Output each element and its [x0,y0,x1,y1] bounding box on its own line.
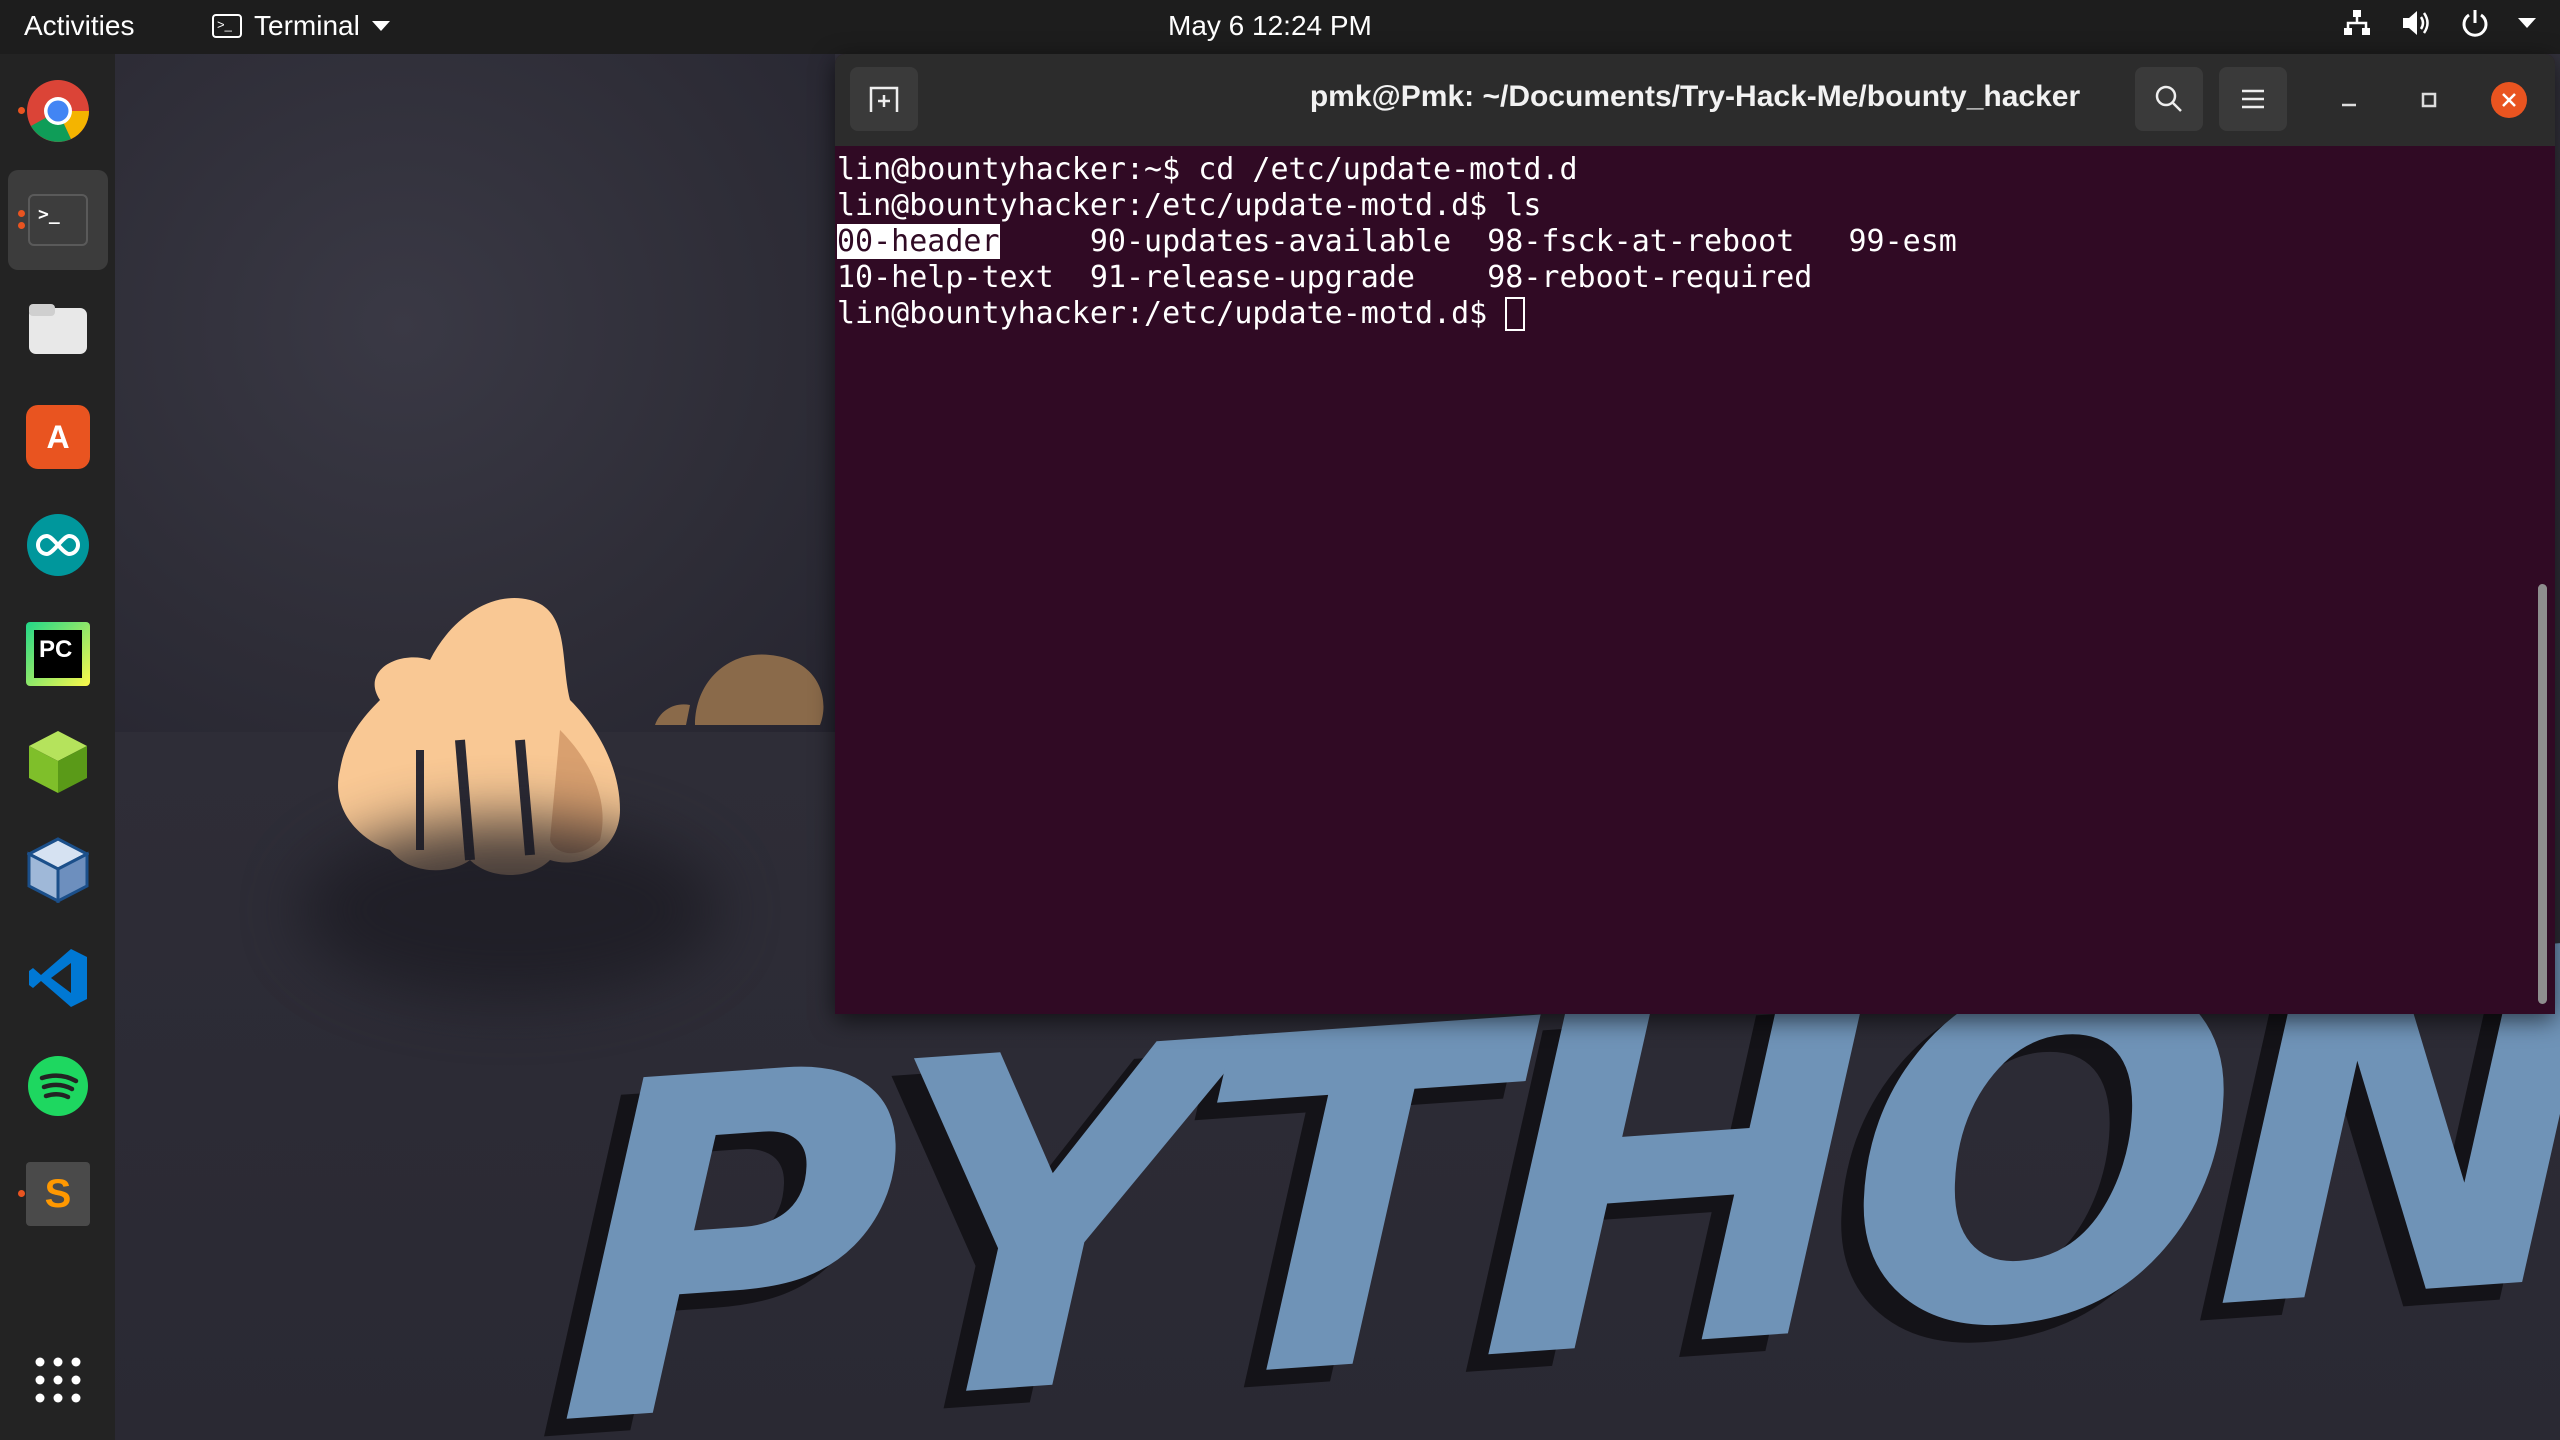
terminal-output[interactable]: lin@bountyhacker:~$ cd /etc/update-motd.… [837,152,1957,332]
spotify-icon [28,1056,88,1116]
dock-item-pycharm[interactable]: PC [8,604,108,704]
vscode-icon [29,949,87,1007]
chevron-down-icon [2518,18,2536,28]
running-indicator [18,222,25,229]
text-cursor [1505,297,1526,331]
cube-icon [29,731,87,793]
terminal-icon: >_ [28,194,88,246]
menu-button[interactable] [2219,67,2287,131]
software-store-icon: A [26,405,90,469]
ls-output-row: 00-header 90-updates-available 98-fsck-a… [837,224,1957,260]
top-bar: Activities >_ Terminal May 6 12:24 PM [0,0,2560,54]
dock-item-vscode[interactable] [8,928,108,1028]
search-button[interactable] [2135,67,2203,131]
arduino-icon [27,514,89,576]
ls-output-row: 10-help-text 91-release-upgrade 98-reboo… [837,260,1813,295]
system-tray[interactable] [2342,8,2536,38]
dock-item-3d-app[interactable] [8,712,108,812]
virtualbox-icon [27,837,89,903]
dock: >_ A PC S [0,54,115,1440]
clock[interactable]: May 6 12:24 PM [1168,10,1372,42]
close-button[interactable] [2491,82,2527,118]
dock-item-files[interactable] [8,279,108,379]
pycharm-logo: PC [34,630,82,678]
dock-item-software[interactable]: A [8,387,108,487]
app-grid-icon [35,1357,81,1403]
dock-item-virtualbox[interactable] [8,820,108,920]
close-icon [2502,93,2516,107]
terminal-icon: >_ [212,14,242,38]
power-icon [2462,10,2488,37]
chevron-down-icon [371,21,390,31]
network-icon [2344,10,2370,35]
terminal-line: lin@bountyhacker:~$ cd /etc/update-motd.… [837,152,1578,187]
minimize-button[interactable] [2331,82,2367,118]
search-icon [2155,85,2182,112]
app-menu-label: Terminal [254,10,360,41]
maximize-icon [2421,92,2437,108]
pycharm-icon: PC [26,622,90,686]
scrollbar-thumb[interactable] [2538,584,2547,1004]
volume-icon [2403,11,2429,35]
app-menu[interactable]: >_ Terminal [212,10,390,42]
terminal-headerbar[interactable]: pmk@Pmk: ~/Documents/Try-Hack-Me/bounty_… [835,54,2555,146]
dock-item-spotify[interactable] [8,1036,108,1136]
running-indicator [18,1190,25,1197]
prompt-line[interactable]: lin@bountyhacker:/etc/update-motd.d$ [837,296,1957,332]
ls-output-rest: 90-updates-available 98-fsck-at-reboot 9… [999,224,1957,259]
prompt: lin@bountyhacker:/etc/update-motd.d$ [837,296,1506,331]
dock-item-sublime[interactable]: S [8,1144,108,1244]
wallpaper-shadow [300,820,720,1000]
running-indicator [18,210,25,217]
thumb-illustration [655,654,824,725]
sublime-text-icon: S [26,1162,90,1226]
dock-item-arduino[interactable] [8,495,108,595]
dock-item-terminal[interactable]: >_ [8,170,108,270]
terminal-title: pmk@Pmk: ~/Documents/Try-Hack-Me/bounty_… [1309,80,2081,113]
maximize-button[interactable] [2411,82,2447,118]
dock-item-chrome[interactable] [8,61,108,161]
hamburger-menu-icon [2242,89,2264,109]
terminal-window[interactable]: pmk@Pmk: ~/Documents/Try-Hack-Me/bounty_… [835,54,2555,1014]
activities-button[interactable]: Activities [24,10,134,42]
folder-icon [29,304,87,354]
show-applications-button[interactable] [8,1330,108,1430]
running-indicator [18,107,25,114]
minimize-icon [2342,103,2356,107]
selected-text[interactable]: 00-header [837,224,1000,259]
chrome-icon [27,80,89,142]
terminal-line: lin@bountyhacker:/etc/update-motd.d$ ls [837,188,1542,223]
